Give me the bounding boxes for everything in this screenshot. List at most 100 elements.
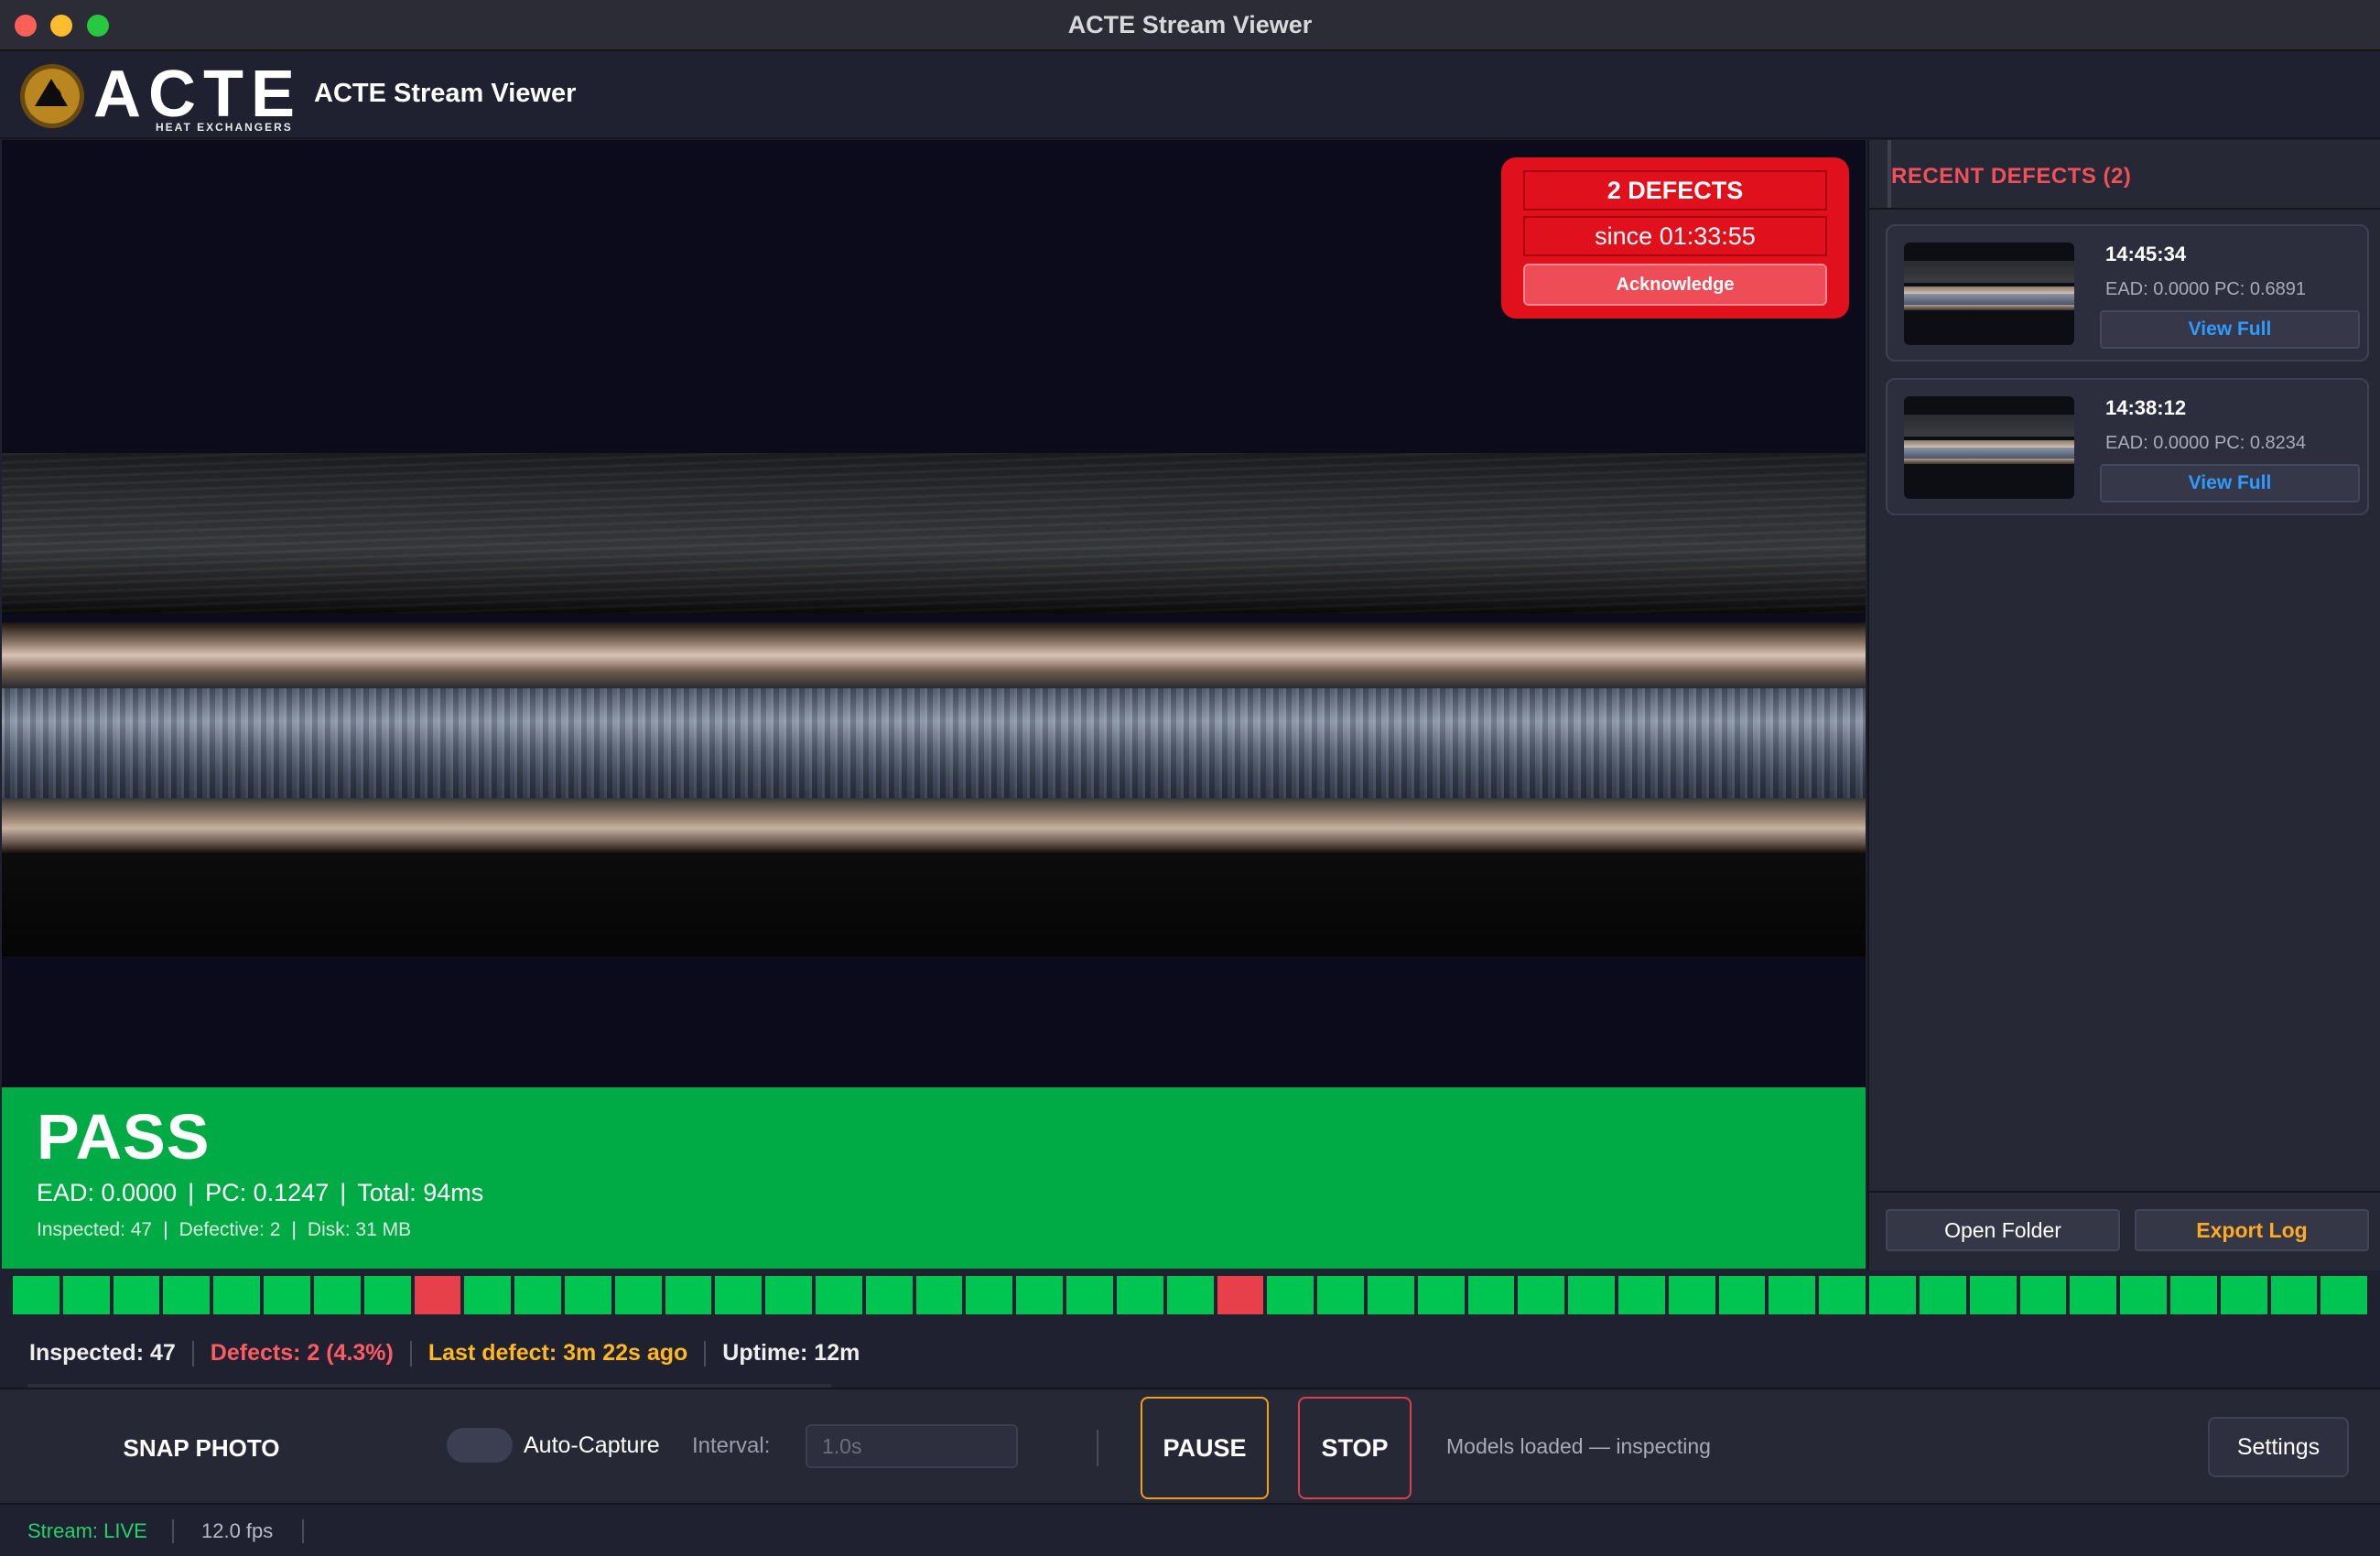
timeline-cell-pass <box>264 1276 310 1314</box>
defect-card: 14:38:12 EAD: 0.0000 PC: 0.8234 View Ful… <box>1886 378 2369 515</box>
snap-photo-button[interactable]: SNAP PHOTO <box>101 1428 302 1468</box>
window-titlebar: ACTE Stream Viewer <box>0 0 2380 51</box>
view-full-button[interactable]: View Full <box>2100 464 2360 502</box>
timeline-cell-pass <box>1417 1276 1465 1314</box>
timeline-cell-pass <box>2070 1276 2117 1314</box>
auto-capture-label: Auto-Capture <box>524 1432 660 1458</box>
result-status-panel: PASS EAD: 0.0000 | PC: 0.1247 | Total: 94ms … <box>2 1087 1866 1269</box>
settings-button[interactable]: Settings <box>2208 1417 2349 1477</box>
controls-divider <box>1097 1430 1098 1466</box>
defect-alert: 2 DEFECTS since 01:33:55 Acknowledge <box>1501 157 1849 319</box>
logo-triangle-icon <box>35 79 68 106</box>
timeline-cell-pass <box>1267 1276 1314 1314</box>
timeline-cell-pass <box>1769 1276 1816 1314</box>
view-full-button[interactable]: View Full <box>2100 310 2360 349</box>
status-bar: Stream: LIVE 12.0 fps <box>0 1505 2380 1556</box>
acte-logo: ACTE HEAT EXCHANGERS <box>18 58 304 134</box>
auto-capture-toggle[interactable] <box>447 1428 513 1463</box>
result-metrics: EAD: 0.0000 | PC: 0.1247 | Total: 94ms <box>37 1179 484 1206</box>
defect-thumbnail[interactable] <box>1904 243 2074 345</box>
fps-readout: 12.0 fps <box>201 1519 274 1542</box>
timeline-cell-pass <box>13 1276 60 1314</box>
total-time: Total: 94ms <box>357 1179 484 1206</box>
app-title: ACTE Stream Viewer <box>314 79 577 108</box>
timeline-cell-pass <box>113 1276 160 1314</box>
timeline-cell-pass <box>514 1276 561 1314</box>
statusbar-divider <box>302 1519 304 1543</box>
summary-inspected: Inspected: 47 <box>29 1340 176 1366</box>
defect-scores: EAD: 0.0000 PC: 0.8234 <box>2105 433 2307 453</box>
ead-score: EAD: 0.0000 <box>37 1179 178 1206</box>
defect-scores: EAD: 0.0000 PC: 0.6891 <box>2105 279 2307 299</box>
inspection-timeline <box>13 1276 2368 1314</box>
timeline-cell-pass <box>715 1276 763 1314</box>
acknowledge-button[interactable]: Acknowledge <box>1523 264 1827 306</box>
export-log-button[interactable]: Export Log <box>2135 1209 2369 1251</box>
timeline-cell-pass <box>1367 1276 1414 1314</box>
inspected-count: Inspected: 47 <box>37 1219 153 1240</box>
timeline-cell-pass <box>2270 1276 2318 1314</box>
sidebar-footer-divider <box>1869 1191 2380 1193</box>
result-label: PASS <box>37 1101 211 1172</box>
timeline-cell-pass <box>1718 1276 1766 1314</box>
pause-button[interactable]: PAUSE <box>1141 1397 1269 1499</box>
sidebar-divider <box>1869 208 2380 210</box>
timeline-cell-pass <box>614 1276 662 1314</box>
interval-input[interactable]: 1.0s <box>806 1424 1018 1468</box>
statusbar-divider <box>172 1519 174 1543</box>
timeline-cell-pass <box>163 1276 211 1314</box>
defect-count: 2 DEFECTS <box>1523 170 1827 211</box>
timeline-cell-pass <box>816 1276 862 1314</box>
summary-uptime: Uptime: 12m <box>722 1340 860 1366</box>
inspection-summary: Inspected: 47 Defects: 2 (4.3%) Last defec… <box>29 1340 860 1367</box>
timeline-cell-pass <box>765 1276 812 1314</box>
defect-time: 14:45:34 <box>2105 243 2187 265</box>
timeline-cell-pass <box>1819 1276 1866 1314</box>
timeline-cell-pass <box>1919 1276 1966 1314</box>
timeline-cell-pass <box>1568 1276 1615 1314</box>
timeline-cell-defect <box>414 1276 461 1314</box>
interval-label: Interval: <box>692 1433 771 1458</box>
timeline-cell-pass <box>313 1276 361 1314</box>
timeline-cell-pass <box>213 1276 261 1314</box>
weld-image <box>2 453 1866 956</box>
control-bar: SNAP PHOTO Auto-Capture Interval: 1.0s P… <box>0 1388 2380 1505</box>
window-title: ACTE Stream Viewer <box>1067 11 1313 38</box>
stop-button[interactable]: STOP <box>1298 1397 1412 1499</box>
logo-subtext: HEAT EXCHANGERS <box>156 121 293 134</box>
summary-last-defect: Last defect: 3m 22s ago <box>427 1340 688 1366</box>
timeline-cell-pass <box>1066 1276 1113 1314</box>
open-folder-button[interactable]: Open Folder <box>1886 1209 2120 1251</box>
timeline-cell-pass <box>1869 1276 1916 1314</box>
defect-thumbnail[interactable] <box>1904 396 2074 499</box>
timeline-cell-defect <box>1217 1276 1264 1314</box>
app-header: ACTE HEAT EXCHANGERS ACTE Stream Viewer <box>0 51 2380 139</box>
timeline-cell-pass <box>966 1276 1013 1314</box>
pc-score: PC: 0.1247 <box>205 1179 330 1206</box>
timeline-cell-pass <box>2120 1276 2167 1314</box>
timeline-cell-pass <box>2019 1276 2067 1314</box>
models-status: Models loaded — inspecting <box>1446 1434 1711 1458</box>
timeline-cell-pass <box>564 1276 611 1314</box>
disk-usage: Disk: 31 MB <box>307 1219 412 1240</box>
timeline-cell-pass <box>1618 1276 1665 1314</box>
timeline-cell-pass <box>2220 1276 2267 1314</box>
timeline-cell-pass <box>865 1276 913 1314</box>
timeline-cell-pass <box>915 1276 963 1314</box>
timeline-cell-pass <box>1317 1276 1364 1314</box>
defect-card: 14:45:34 EAD: 0.0000 PC: 0.6891 View Ful… <box>1886 224 2369 362</box>
timeline-cell-pass <box>1969 1276 2017 1314</box>
timeline-cell-pass <box>1467 1276 1515 1314</box>
timeline-cell-pass <box>464 1276 512 1314</box>
defect-time: 14:38:12 <box>2105 396 2187 419</box>
stream-status: Stream: LIVE <box>27 1519 147 1542</box>
timeline-cell-pass <box>1016 1276 1064 1314</box>
timeline-cell-pass <box>363 1276 411 1314</box>
defective-count: Defective: 2 <box>178 1219 281 1240</box>
timeline-cell-pass <box>1166 1276 1214 1314</box>
timeline-cell-pass <box>2320 1276 2368 1314</box>
result-counts: Inspected: 47 | Defective: 2 | Disk: 31 MB <box>37 1219 412 1240</box>
timeline-cell-pass <box>665 1276 712 1314</box>
timeline-cell-pass <box>1668 1276 1715 1314</box>
defect-since: since 01:33:55 <box>1523 216 1827 256</box>
